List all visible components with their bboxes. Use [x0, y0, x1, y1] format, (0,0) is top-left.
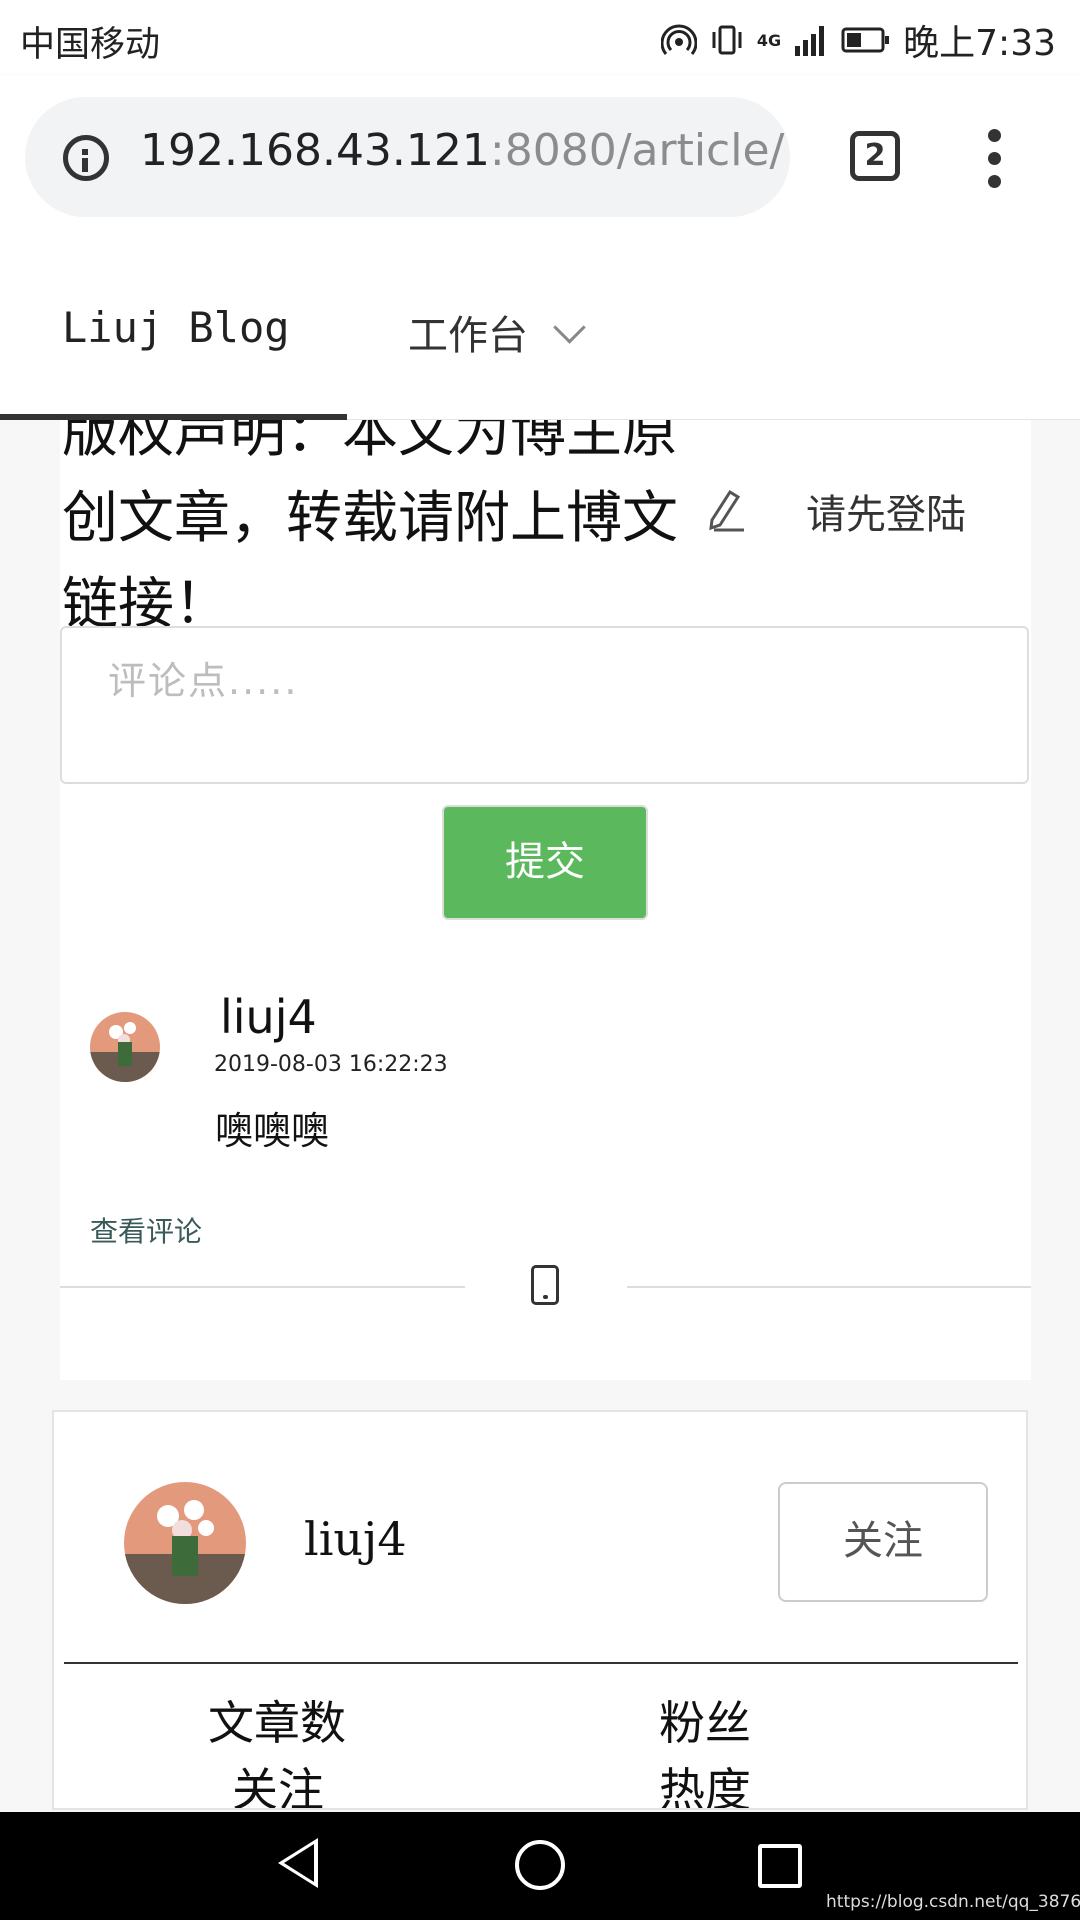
comment-timestamp: 2019-08-03 16:22:23	[214, 1052, 448, 1077]
divider	[627, 1286, 1031, 1288]
chevron-down-icon	[553, 310, 586, 344]
info-icon[interactable]	[63, 135, 109, 181]
follow-button[interactable]: 关注	[778, 1482, 988, 1602]
clock: 晚上7:33	[903, 23, 1056, 64]
site-brand[interactable]: Liuj Blog	[62, 303, 290, 352]
url-path: :8080/article/	[489, 125, 785, 176]
article-card: 版权声明：本文为博主原创文章，转载请附上博文链接！ 请先登陆 提交 liuj4 …	[60, 420, 1031, 1380]
carrier-name: 中国移动	[20, 25, 161, 65]
workbench-dropdown[interactable]: 工作台	[408, 303, 586, 361]
author-avatar[interactable]	[124, 1482, 246, 1604]
comment-input[interactable]	[60, 626, 1029, 784]
signal-icon	[795, 26, 825, 56]
browser-toolbar: 192.168.43.121:8080/article/ 2	[0, 75, 1080, 240]
url-host: 192.168.43.121	[140, 125, 490, 176]
site-navbar: Liuj Blog 工作台	[0, 240, 1080, 420]
stat-fans: 粉丝	[659, 1696, 751, 1750]
author-card: liuj4 关注 文章数 粉丝 关注 热度	[52, 1410, 1028, 1810]
divider	[64, 1662, 1018, 1664]
pencil-icon	[709, 489, 744, 532]
overflow-menu-icon[interactable]	[988, 129, 1004, 189]
hotspot-icon	[660, 24, 697, 55]
workbench-label: 工作台	[408, 313, 528, 359]
home-icon[interactable]	[515, 1840, 565, 1890]
copyright-notice: 版权声明：本文为博主原创文章，转载请附上博文链接！	[62, 420, 678, 637]
divider	[60, 1286, 465, 1288]
status-icons: 4G 晚上7:33	[660, 14, 1056, 66]
battery-icon	[841, 27, 890, 53]
vibrate-icon	[712, 25, 742, 55]
comment-author[interactable]: liuj4	[220, 990, 317, 1044]
recent-apps-icon[interactable]	[758, 1844, 802, 1888]
view-comments-link[interactable]: 查看评论	[90, 1210, 202, 1250]
tab-switcher-button[interactable]: 2	[850, 131, 900, 181]
stat-following: 关注	[232, 1763, 324, 1810]
avatar	[90, 1012, 160, 1082]
submit-button[interactable]: 提交	[442, 805, 648, 920]
stat-articles: 文章数	[208, 1696, 346, 1750]
author-name[interactable]: liuj4	[304, 1512, 407, 1566]
url-text[interactable]: 192.168.43.121:8080/article/	[140, 125, 790, 176]
watermark: https://blog.csdn.net/qq_38765789	[826, 1892, 1080, 1912]
comment-text: 噢噢噢	[215, 1109, 330, 1153]
status-bar: 中国移动 4G 晚上7:33	[0, 0, 1080, 75]
avatar-image	[124, 1482, 246, 1604]
avatar-image	[90, 1012, 160, 1082]
login-link[interactable]: 请先登陆	[806, 482, 966, 540]
mobile-phone-icon[interactable]	[531, 1265, 559, 1305]
address-bar[interactable]: 192.168.43.121:8080/article/	[25, 97, 790, 217]
back-icon[interactable]	[278, 1838, 318, 1888]
network-type-icon: 4G	[756, 30, 782, 50]
stat-heat: 热度	[659, 1763, 751, 1810]
